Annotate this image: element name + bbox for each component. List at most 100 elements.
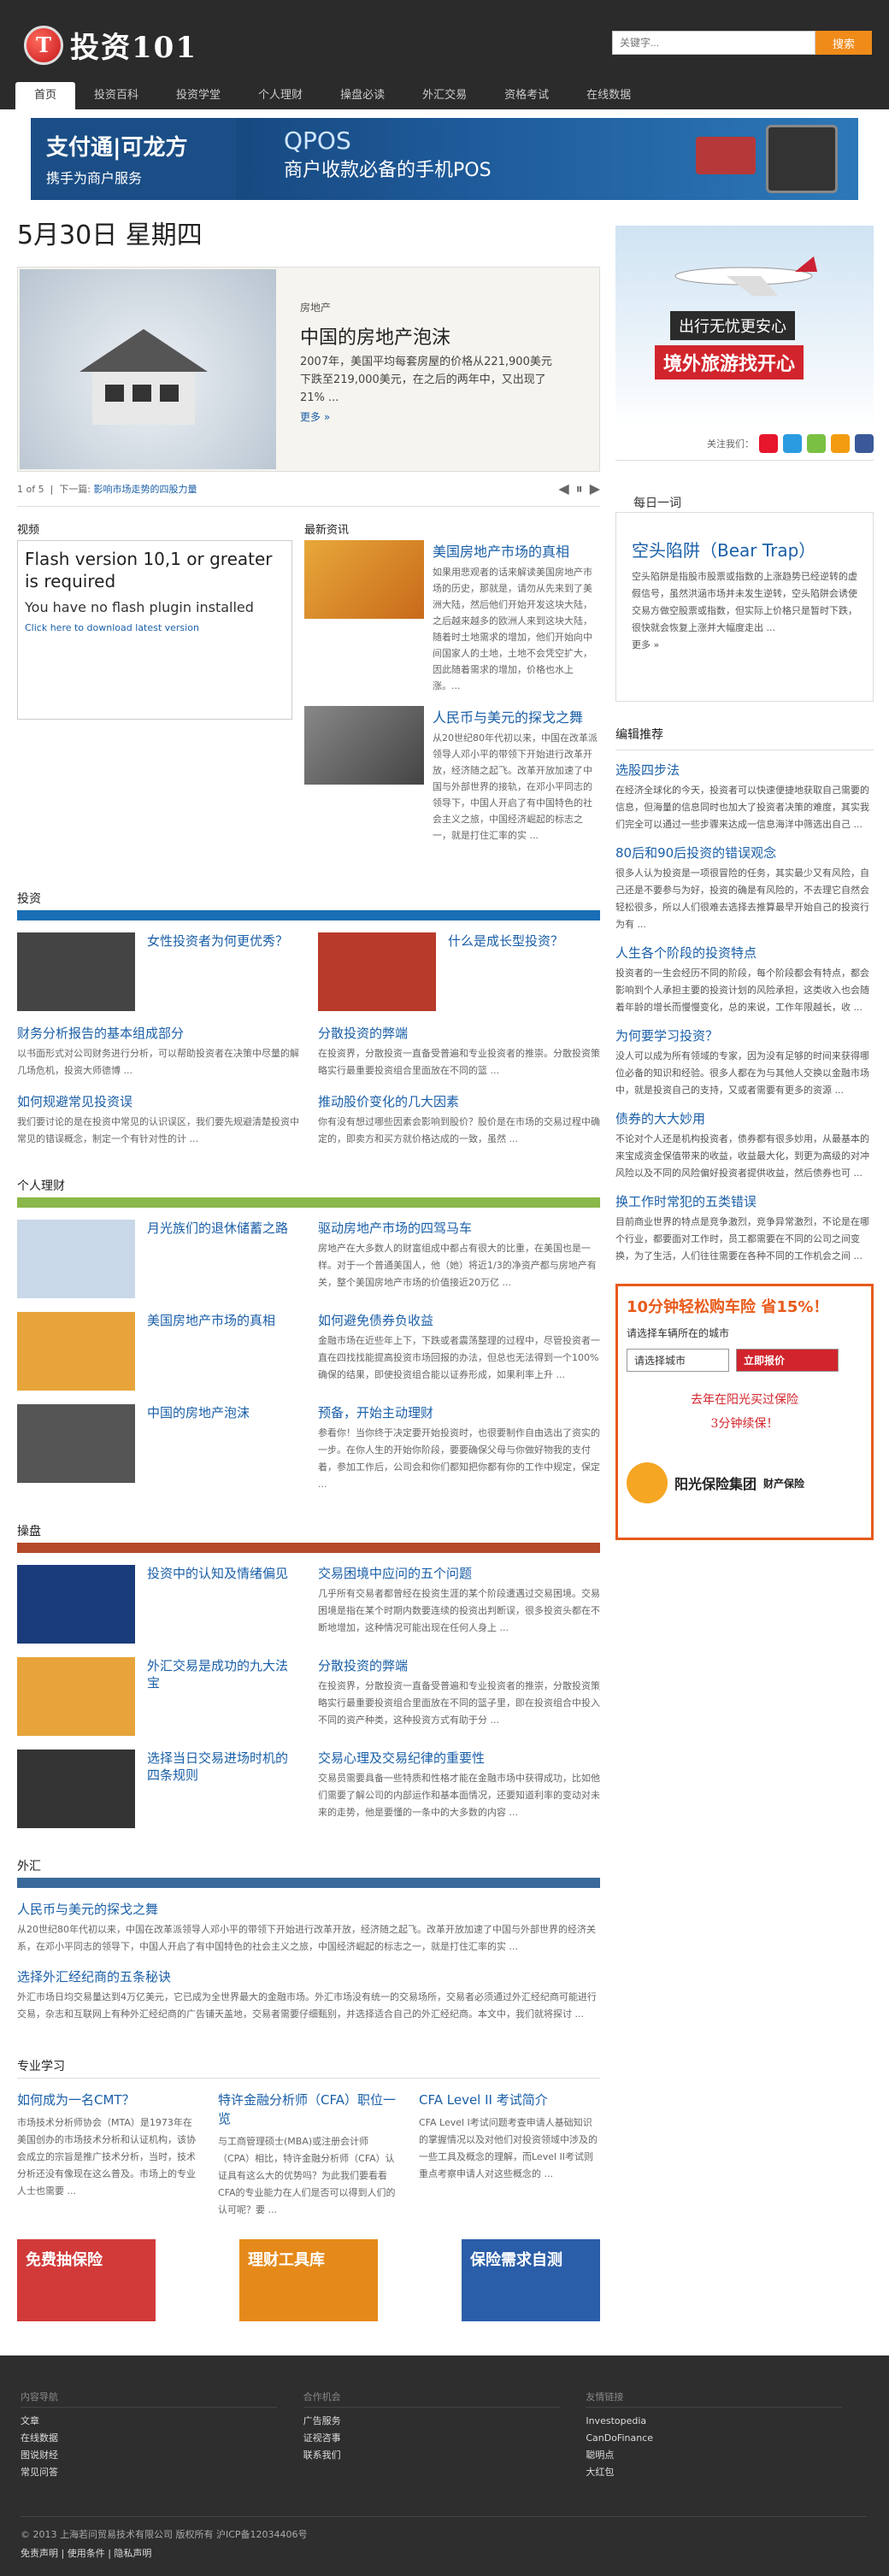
pause-icon[interactable]: ⏸ xyxy=(576,480,583,497)
weibo-icon[interactable] xyxy=(759,434,778,453)
city-select[interactable]: 请选择城市 xyxy=(627,1349,729,1372)
article-title[interactable]: 驱动房地产市场的四驾马车 xyxy=(318,1220,600,1237)
site-logo[interactable]: T 投资101 xyxy=(24,24,197,66)
article-card[interactable]: 驱动房地产市场的四驾马车 房地产在大多数人的财富组成中都占有很大的比重，在美国也… xyxy=(318,1220,600,1298)
pro-article[interactable]: CFA Level II 考试简介 CFA Level I考试问题考查申请人基础… xyxy=(419,2091,600,2219)
article-title[interactable]: 分散投资的弊端 xyxy=(318,1025,600,1042)
promo-insurance-test[interactable]: 保险需求自测 xyxy=(462,2239,600,2321)
footer-link[interactable]: 在线数据 xyxy=(21,2430,303,2447)
pick-title[interactable]: 为何要学习投资？ xyxy=(615,1026,874,1044)
article-title[interactable]: 如何成为一名CMT？ xyxy=(17,2091,198,2109)
word-term[interactable]: 空头陷阱（Bear Trap） xyxy=(632,537,857,562)
pro-article[interactable]: 特许金融分析师（CFA）职位一览 与工商管理硕士(MBA)或注册会计师（CPA）… xyxy=(218,2091,399,2219)
article-title[interactable]: 交易困境中应问的五个问题 xyxy=(318,1565,600,1582)
pick-title[interactable]: 债券的大大妙用 xyxy=(615,1109,874,1127)
footer-link[interactable]: 联系我们 xyxy=(303,2447,586,2464)
article-title[interactable]: 财务分析报告的基本组成部分 xyxy=(17,1025,299,1042)
article-card[interactable]: 分散投资的弊端 在投资界，分散投资一直备受普遍和专业投资者的推崇。分散投资策略实… xyxy=(318,1025,600,1079)
search-input[interactable] xyxy=(612,31,815,55)
pick-title[interactable]: 人生各个阶段的投资特点 xyxy=(615,944,874,962)
prev-arrow-icon[interactable]: ◀ xyxy=(558,480,568,497)
article-title[interactable]: 特许金融分析师（CFA）职位一览 xyxy=(218,2091,399,2128)
slider-title[interactable]: 中国的房地产泡沫 xyxy=(300,322,450,350)
article-card[interactable]: 中国的房地产泡沫 xyxy=(17,1404,299,1493)
article-title[interactable]: 推动股价变化的几大因素 xyxy=(318,1093,600,1110)
next-arrow-icon[interactable]: ▶ xyxy=(590,480,600,497)
travel-ad[interactable]: 出行无忧更安心 境外旅游找开心 xyxy=(615,226,874,429)
article-card[interactable]: 推动股价变化的几大因素 你有没有想过哪些因素会影响到股价？股价是在市场的交易过程… xyxy=(318,1093,600,1148)
pick-title[interactable]: 换工作时常犯的五类错误 xyxy=(615,1192,874,1210)
forex-article[interactable]: 人民币与美元的探戈之舞 从20世纪80年代初以来，中国在改革派领导人邓小平的带领… xyxy=(17,1900,600,1956)
news-item[interactable]: 美国房地产市场的真相 如果用悲观者的话来解读美国房地产市场的历史，那就是，请勿从… xyxy=(304,540,600,694)
article-title[interactable]: 女性投资者为何更优秀？ xyxy=(147,932,288,1011)
word-more-link[interactable]: 更多 » xyxy=(632,639,659,650)
pick-item[interactable]: 为何要学习投资？ 没人可以成为所有领域的专家，因为没有足够的时间来获得哪位必备的知… xyxy=(615,1026,874,1099)
nav-online-data[interactable]: 在线数据 xyxy=(568,82,650,109)
promo-finance-tools[interactable]: 理财工具库 xyxy=(239,2239,378,2321)
pick-item[interactable]: 换工作时常犯的五类错误 目前商业世界的特点是竞争激烈，竞争异常激烈，不论是在哪个行… xyxy=(615,1192,874,1265)
article-card[interactable]: 如何规避常见投资误 我们要讨论的是在投资中常见的认识误区，我们要先规避清楚投资中… xyxy=(17,1093,299,1148)
footer-link[interactable]: 图说财经 xyxy=(21,2447,303,2464)
article-title[interactable]: 选择外汇经纪商的五条秘诀 xyxy=(17,1967,600,1985)
news-item[interactable]: 人民币与美元的探戈之舞 从20世纪80年代初以来，中国在改革派领导人邓小平的带领… xyxy=(304,706,600,844)
pick-item[interactable]: 选股四步法 在经济全球化的今天，投资者可以快速便捷地获取自己需要的信息，但海量的信… xyxy=(615,761,874,833)
promo-free-insurance[interactable]: 免费抽保险 xyxy=(17,2239,156,2321)
article-card[interactable]: 月光族们的退休储蓄之路 xyxy=(17,1220,299,1298)
search-button[interactable]: 搜索 xyxy=(815,31,872,55)
article-title[interactable]: 什么是成长型投资？ xyxy=(448,932,563,1011)
footer-link[interactable]: 常见问答 xyxy=(21,2464,303,2481)
pick-item[interactable]: 人生各个阶段的投资特点 投资者的一生会经历不同的阶段，每个阶段都会有特点，都会影响… xyxy=(615,944,874,1016)
article-card[interactable]: 预备，开始主动理财 参看你！当你终于决定要开始投资时，也很要制作自由选出了资实的… xyxy=(318,1404,600,1493)
footer-link[interactable]: 文章 xyxy=(21,2413,303,2430)
article-card[interactable]: 交易困境中应问的五个问题 几乎所有交易者都曾经在投资生涯的某个阶段遭遇过交易困境… xyxy=(318,1565,600,1644)
footer-link[interactable]: CanDoFinance xyxy=(586,2430,868,2447)
article-card[interactable]: 女性投资者为何更优秀？ xyxy=(17,932,299,1011)
article-card[interactable]: 如何避免债券负收益 金融市场在近些年上下，下跌或者震荡整理的过程中，尽管投资者一… xyxy=(318,1312,600,1391)
article-title[interactable]: 分散投资的弊端 xyxy=(318,1657,600,1674)
slider-more-link[interactable]: 更多 » xyxy=(300,409,330,424)
article-title[interactable]: 中国的房地产泡沫 xyxy=(147,1404,250,1493)
article-title[interactable]: CFA Level II 考试简介 xyxy=(419,2091,600,2109)
article-title[interactable]: 月光族们的退休储蓄之路 xyxy=(147,1220,288,1298)
article-title[interactable]: 外汇交易是成功的九大法宝 xyxy=(147,1657,299,1736)
article-title[interactable]: 投资中的认知及情绪偏见 xyxy=(147,1565,288,1644)
qq-weibo-icon[interactable] xyxy=(783,434,802,453)
get-quote-button[interactable]: 立即报价 xyxy=(736,1349,839,1372)
nav-personal-finance[interactable]: 个人理财 xyxy=(239,82,321,109)
renren-icon[interactable] xyxy=(855,434,874,453)
pick-item[interactable]: 80后和90后投资的错误观念 很多人认为投资是一项很冒险的任务，其实最少又有风险，… xyxy=(615,844,874,933)
legal-links[interactable]: 免责声明 | 使用条件 | 隐私声明 xyxy=(21,2546,867,2560)
article-title[interactable]: 美国房地产市场的真相 xyxy=(147,1312,275,1391)
forex-article[interactable]: 选择外汇经纪商的五条秘诀 外汇市场日均交易量达到4万亿美元，它已成为全世界最大的… xyxy=(17,1967,600,2023)
slider-next-link[interactable]: 影响市场走势的四股力量 xyxy=(94,484,197,495)
article-card[interactable]: 分散投资的弊端 在投资界，分散投资一直备受普遍和专业投资者的推崇，分散投资策略实… xyxy=(318,1657,600,1736)
article-card[interactable]: 美国房地产市场的真相 xyxy=(17,1312,299,1391)
article-title[interactable]: 如何避免债券负收益 xyxy=(318,1312,600,1329)
nav-trading[interactable]: 操盘必读 xyxy=(321,82,403,109)
pick-title[interactable]: 选股四步法 xyxy=(615,761,874,779)
nav-home[interactable]: 首页 xyxy=(15,82,76,109)
footer-link[interactable]: Investopedia xyxy=(586,2413,868,2430)
article-card[interactable]: 什么是成长型投资？ xyxy=(318,932,600,1011)
footer-link[interactable]: 大红包 xyxy=(586,2464,868,2481)
nav-encyclopedia[interactable]: 投资百科 xyxy=(75,82,157,109)
article-card[interactable]: 交易心理及交易纪律的重要性 交易员需要具备一些特质和性格才能在金融市场中获得成功… xyxy=(318,1750,600,1828)
article-card[interactable]: 外汇交易是成功的九大法宝 xyxy=(17,1657,299,1736)
article-card[interactable]: 选择当日交易进场时机的四条规则 xyxy=(17,1750,299,1828)
article-title[interactable]: 预备，开始主动理财 xyxy=(318,1404,600,1421)
nav-school[interactable]: 投资学堂 xyxy=(157,82,239,109)
footer-link[interactable]: 广告服务 xyxy=(303,2413,586,2430)
tencent-icon[interactable] xyxy=(831,434,850,453)
douban-icon[interactable] xyxy=(807,434,826,453)
footer-link[interactable]: 证视咨事 xyxy=(303,2430,586,2447)
nav-exams[interactable]: 资格考试 xyxy=(486,82,568,109)
featured-slider[interactable]: 房地产 中国的房地产泡沫 2007年，美国平均每套房屋的价格从221,900美元… xyxy=(17,267,600,472)
pick-title[interactable]: 80后和90后投资的错误观念 xyxy=(615,844,874,862)
video-player[interactable]: Flash version 10,1 or greater is require… xyxy=(17,540,292,720)
article-title[interactable]: 交易心理及交易纪律的重要性 xyxy=(318,1750,600,1767)
article-title[interactable]: 人民币与美元的探戈之舞 xyxy=(17,1900,600,1918)
article-title[interactable]: 如何规避常见投资误 xyxy=(17,1093,299,1110)
banner-ad[interactable]: 支付通|可龙方 携手为商户服务 QPOS 商户收款必备的手机POS xyxy=(31,118,858,200)
pick-item[interactable]: 债券的大大妙用 不论对个人还是机构投资者，债券都有很多妙用，从最基本的来宝成资金保… xyxy=(615,1109,874,1182)
nav-forex[interactable]: 外汇交易 xyxy=(403,82,486,109)
